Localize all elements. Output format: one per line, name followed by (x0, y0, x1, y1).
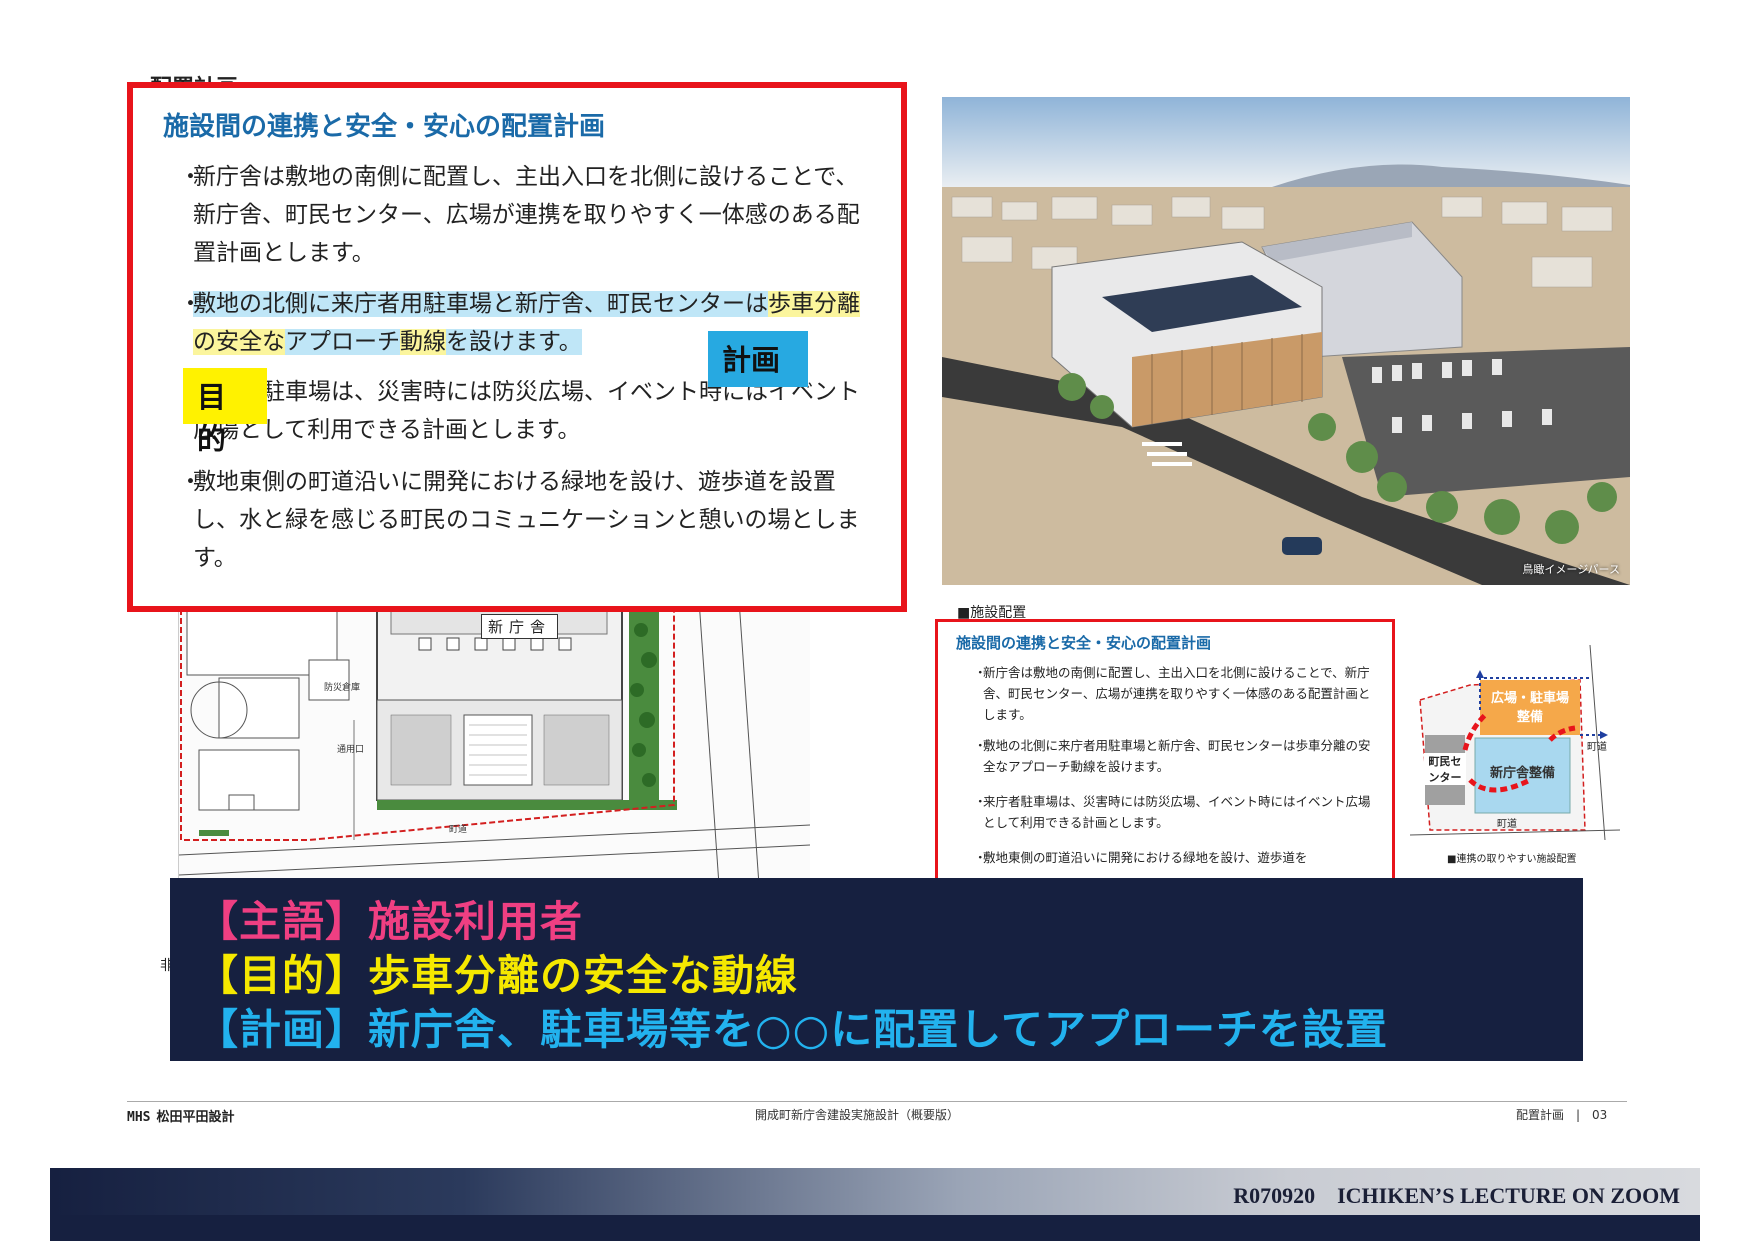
company-logo: MHS (127, 1110, 151, 1125)
summary-line-plan: 【計画】新庁舎、駐車場等を○○に配置してアプローチを設置 (196, 996, 1388, 1057)
mini-bullet-text: 敷地東側の町道沿いに開発における緑地を設け、遊歩道を (983, 850, 1308, 865)
road-label-bottom: 町道 (1497, 819, 1517, 830)
bullet-dot: ・ (974, 850, 987, 865)
mini-bullet-2: ・ 敷地の北側に来庁者用駐車場と新庁舎、町民センターは歩車分離の安全なアプローチ… (974, 735, 1378, 777)
callout-box: 施設間の連携と安全・安心の配置計画 ・ 新庁舎は敷地の南側に配置し、主出入口を北… (127, 82, 907, 612)
lecture-label: R070920 ICHIKEN’S LECTURE ON ZOOM (1233, 1183, 1680, 1208)
plan-tag: 計画 (708, 331, 808, 387)
bullet-text: 来庁者駐車場は、災害時には防災広場、イベント時にはイベント広場として利用できる計… (193, 379, 860, 443)
plan-line-text: 新庁舎、駐車場等を○○に配置してアプローチを設置 (368, 1005, 1389, 1054)
layout-diagram: 広場・駐車場整備 新庁舎整備 町民センター 町道 町道 (1409, 640, 1621, 841)
rendering-caption: 鳥瞰イメージパース (1522, 563, 1620, 576)
highlight-plan-a: 敷地の北側に来庁者用駐車場と新庁舎、町民センターは (193, 291, 768, 317)
company-name: 松田平田設計 (156, 1110, 235, 1125)
lecture-bar-edge (1700, 1168, 1702, 1241)
lecture-bar: R070920 ICHIKEN’S LECTURE ON ZOOM (50, 1168, 1702, 1241)
summary-line-subject: 【主語】施設利用者 (196, 888, 583, 949)
town-center-label: 町民センター (1424, 753, 1466, 785)
bullet-dot: ・ (974, 665, 987, 680)
mini-bullet-text: 新庁舎は敷地の南側に配置し、主出入口を北側に設けることで、新庁舎、町民センター、… (983, 665, 1371, 722)
new-building-label: 新庁舎 (481, 614, 559, 639)
bullet-dot: ・ (179, 291, 202, 317)
purpose-line-tag: 【目的】 (196, 951, 369, 1000)
aerial-rendering: 鳥瞰イメージパース (942, 97, 1630, 585)
plan-line-tag: 【計画】 (196, 1005, 369, 1054)
callout-title: 施設間の連携と安全・安心の配置計画 (163, 112, 606, 142)
site-plan-drawing: 新庁舎 町道 通用口 防災倉庫 (178, 600, 810, 885)
road-label-right: 町道 (1587, 742, 1607, 753)
storage-label: 防災倉庫 (324, 683, 361, 693)
highlight-plan-c: アプローチ (285, 329, 400, 355)
summary-band: 【主語】施設利用者 【目的】歩車分離の安全な動線 【計画】新庁舎、駐車場等を○○… (170, 878, 1583, 1061)
footer-document-title: 開成町新庁舎建設実施設計（概要版） (755, 1108, 960, 1122)
subject-text: 施設利用者 (368, 897, 584, 946)
highlight-purpose-d: 動線 (400, 329, 446, 355)
site-plan-svg (179, 600, 810, 885)
footer-page: 配置計画 | 03 (1516, 1108, 1608, 1122)
new-hall-label: 新庁舎整備 (1489, 766, 1555, 781)
summary-line-purpose: 【目的】歩車分離の安全な動線 (196, 942, 798, 1003)
bullet-text: 新庁舎は敷地の南側に配置し、主出入口を北側に設けることで、新庁舎、町民センター、… (193, 164, 860, 266)
footer-company: MHS 松田平田設計 (127, 1106, 235, 1125)
mini-title: 施設間の連携と安全・安心の配置計画 (956, 634, 1212, 652)
callout-bullet-4: ・ 敷地東側の町道沿いに開発における緑地を設け、遊歩道を設置し、水と緑を感じる町… (179, 463, 873, 577)
aerial-rendering-svg (942, 97, 1630, 585)
plaza-parking-label: 広場・駐車場整備 (1490, 691, 1569, 725)
bullet-text: 敷地東側の町道沿いに開発における緑地を設け、遊歩道を設置し、水と緑を感じる町民の… (193, 469, 860, 571)
callout-bullet-1: ・ 新庁舎は敷地の南側に配置し、主出入口を北側に設けることで、新庁舎、町民センタ… (179, 158, 873, 272)
bullet-dot: ・ (974, 794, 987, 809)
mini-bullet-1: ・ 新庁舎は敷地の南側に配置し、主出入口を北側に設けることで、新庁舎、町民センタ… (974, 662, 1378, 725)
bullet-dot: ・ (974, 738, 987, 753)
highlight-plan-e: を設けます。 (446, 329, 582, 355)
mini-bullet-4: ・ 敷地東側の町道沿いに開発における緑地を設け、遊歩道を (974, 847, 1378, 868)
entry-label: 通用口 (337, 745, 365, 755)
road-label: 町道 (449, 825, 468, 835)
purpose-line-text: 歩車分離の安全な動線 (368, 951, 799, 1000)
footer-rule (127, 1101, 1627, 1102)
mini-bullet-text: 来庁者駐車場は、災害時には防災広場、イベント時にはイベント広場として利用できる計… (983, 794, 1371, 830)
bullet-dot: ・ (179, 164, 202, 190)
diagram-caption: ■連携の取りやすい施設配置 (1447, 854, 1577, 865)
mini-bullet-3: ・ 来庁者駐車場は、災害時には防災広場、イベント時にはイベント広場として利用でき… (974, 791, 1378, 833)
lecture-bar-base (50, 1215, 1702, 1241)
bullet-dot: ・ (179, 469, 202, 495)
mini-summary-box: 施設間の連携と安全・安心の配置計画 ・ 新庁舎は敷地の南側に配置し、主出入口を北… (935, 619, 1395, 889)
mini-bullet-text: 敷地の北側に来庁者用駐車場と新庁舎、町民センターは歩車分離の安全なアプローチ動線… (983, 738, 1371, 774)
purpose-tag: 目的 (183, 368, 267, 456)
subject-tag: 【主語】 (196, 897, 369, 946)
